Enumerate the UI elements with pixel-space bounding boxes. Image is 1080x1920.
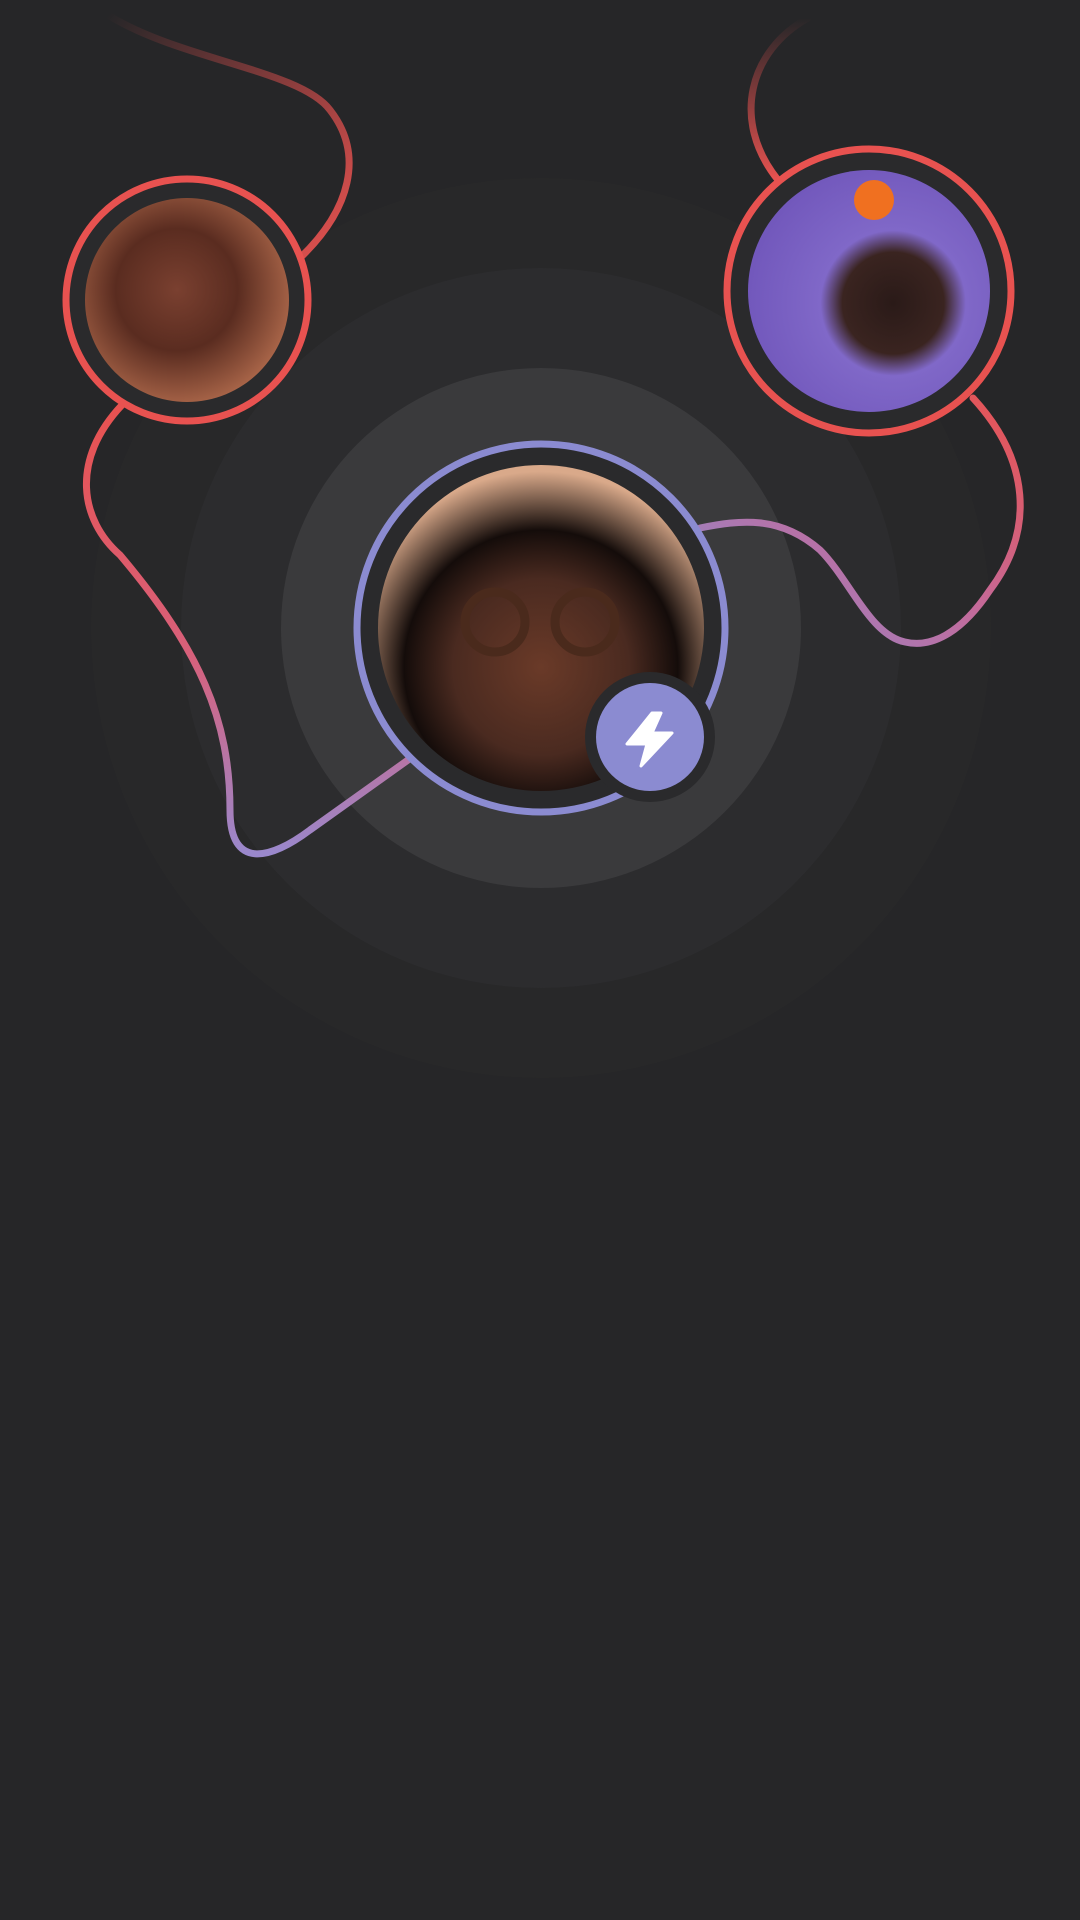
avatar-left[interactable] bbox=[62, 175, 312, 425]
orange-fruit bbox=[854, 180, 894, 220]
avatar-right[interactable] bbox=[723, 145, 1015, 437]
illustration bbox=[62, 11, 1024, 1078]
lightning-badge[interactable] bbox=[585, 672, 715, 802]
curve-top-right bbox=[747, 14, 812, 184]
avatar-photo-woman-smiling bbox=[85, 198, 289, 402]
